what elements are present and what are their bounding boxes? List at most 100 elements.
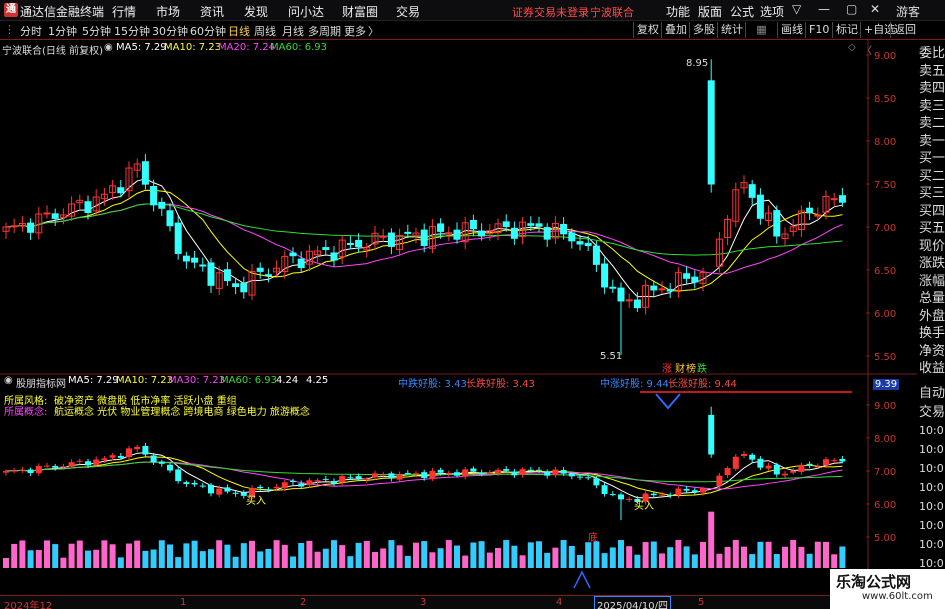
layout-grid-icon[interactable]: ▦ — [745, 22, 777, 38]
sub-candle-body — [585, 477, 592, 479]
btn-diejia[interactable]: 叠加 — [661, 22, 690, 38]
volume-bar — [577, 554, 583, 568]
period-15min[interactable]: 15分钟 — [114, 23, 150, 39]
btn-fuquan[interactable]: 复权 — [633, 22, 662, 38]
sub-candle-body — [35, 466, 42, 474]
tool-gongneng[interactable]: 功能 — [666, 3, 690, 20]
btn-duogu[interactable]: 多股 — [689, 22, 718, 38]
maximize-icon[interactable]: ▢ — [846, 2, 857, 16]
main-price-axis: 9.00 8.50 8.00 7.50 7.00 6.50 6.00 5.50 — [866, 51, 896, 363]
volume-bar — [208, 549, 214, 568]
candle-body — [117, 187, 125, 194]
volume-bar — [126, 543, 132, 568]
sub-candle-body — [298, 483, 305, 487]
period-multi[interactable]: 多周期 — [308, 23, 341, 39]
menu-shichang[interactable]: 市场 — [156, 3, 180, 20]
date-label-1: 2024年12 — [4, 601, 53, 609]
sub-candle-body — [593, 478, 600, 486]
btn-tongji[interactable]: 统计 — [717, 22, 746, 38]
volume-bar — [27, 550, 34, 568]
period-weekly[interactable]: 周线 — [254, 23, 276, 39]
menu-wenxiaoda[interactable]: 问小达 — [288, 3, 324, 20]
menu-jiaoyi[interactable]: 交易 — [396, 3, 420, 20]
volume-bar — [35, 550, 42, 568]
guest-label[interactable]: 游客 — [896, 3, 920, 20]
tag-cai[interactable]: 财 — [675, 360, 685, 375]
menu-faxian[interactable]: 发现 — [244, 3, 268, 20]
candle-body — [658, 288, 666, 291]
volume-bar — [445, 540, 452, 568]
tool-xuanxiang[interactable]: 选项 — [760, 3, 784, 20]
sub-candle-body — [544, 471, 551, 476]
candle-body — [264, 274, 272, 277]
volume-bar — [363, 540, 370, 568]
date-label-2: 1 — [180, 597, 187, 608]
more-chevron-icon[interactable]: 〉 — [368, 23, 379, 39]
concept-label: 所属概念: — [4, 407, 48, 418]
btn-fanhui[interactable]: 返回 — [890, 22, 919, 38]
sub-candle-body — [741, 453, 747, 456]
period-1min[interactable]: 1分钟 — [48, 23, 77, 39]
tag-bang[interactable]: 榜 — [686, 360, 696, 375]
period-60min[interactable]: 60分钟 — [190, 23, 226, 39]
sub-candle-body — [495, 469, 501, 474]
sub-candle-body — [650, 493, 657, 496]
sub-chart-options-icon[interactable]: ◉ — [4, 375, 13, 386]
volume-bar — [421, 541, 428, 568]
period-monthly[interactable]: 月线 — [282, 23, 304, 39]
period-more[interactable]: 更多 — [344, 23, 366, 39]
label-zhongdie: 中跌好股: 3.43 — [398, 379, 467, 390]
candle-body — [437, 223, 445, 232]
watermark-title: 乐淘公式网 — [836, 573, 912, 591]
volume-bar — [158, 540, 165, 568]
volume-bar — [749, 554, 756, 568]
volume-bar — [11, 543, 18, 568]
candle-body — [543, 227, 551, 240]
sub-candle-body — [790, 470, 797, 473]
axis-label: 5.50 — [874, 352, 896, 363]
sub-candle-body — [413, 473, 419, 475]
candle-body — [404, 231, 412, 234]
btn-f10[interactable]: F10 — [805, 22, 832, 38]
date-axis-bar: 2024年12 1 2 3 4 2025/04/10/四 5 — [0, 595, 830, 609]
sub-candle-body — [158, 461, 165, 464]
close-icon[interactable]: ✕ — [870, 2, 880, 16]
candle-body — [806, 207, 814, 214]
volume-bar — [814, 541, 821, 568]
tag-die[interactable]: 跌 — [697, 360, 707, 375]
title-bar: 通 通达信金融终端 行情 市场 资讯 发现 问小达 财富圈 交易 证券交易未登录… — [0, 0, 945, 21]
kline-charts[interactable]: 9.00 8.50 8.00 7.50 7.00 6.50 6.00 5.50 9.00 8.0… — [0, 40, 917, 595]
dropdown-icon[interactable]: ▽ — [792, 2, 801, 16]
period-fenshi[interactable]: 分时 — [20, 23, 42, 39]
sub-candle-body — [445, 473, 452, 475]
minimize-icon[interactable]: — — [818, 2, 830, 16]
candle-body — [633, 299, 641, 309]
btn-huaxian[interactable]: 画线 — [777, 22, 806, 38]
tool-gongshi[interactable]: 公式 — [730, 3, 754, 20]
sub-candle-body — [839, 458, 846, 462]
axis-label: 8.00 — [874, 137, 896, 148]
tool-banmian[interactable]: 版面 — [698, 3, 722, 20]
candle-body — [691, 276, 699, 283]
period-daily[interactable]: 日线 — [228, 23, 250, 39]
sub-value-2: 4.25 — [306, 375, 329, 386]
candle-body — [609, 286, 617, 289]
period-handle-icon: ⋮ — [4, 23, 15, 36]
volume-bar — [331, 540, 337, 568]
volume-bar — [527, 542, 534, 568]
candle-body — [166, 210, 174, 227]
menu-caifuquan[interactable]: 财富圈 — [342, 3, 378, 20]
period-30min[interactable]: 30分钟 — [152, 23, 188, 39]
menu-hangqing[interactable]: 行情 — [112, 3, 136, 20]
sub-candle-body — [404, 473, 411, 475]
axis-label: 9.00 — [874, 51, 896, 62]
signal-arrow — [655, 393, 681, 410]
tag-zhang[interactable]: 涨 — [662, 360, 672, 375]
date-label-6: 5 — [698, 597, 705, 608]
btn-biaoji[interactable]: 标记 — [832, 22, 861, 38]
period-5min[interactable]: 5分钟 — [82, 23, 111, 39]
axis-label: 6.00 — [874, 500, 896, 511]
login-notice[interactable]: 证券交易未登录 — [512, 4, 589, 20]
quote-label: 涨跌 — [919, 256, 945, 271]
menu-zixun[interactable]: 资讯 — [200, 3, 224, 20]
